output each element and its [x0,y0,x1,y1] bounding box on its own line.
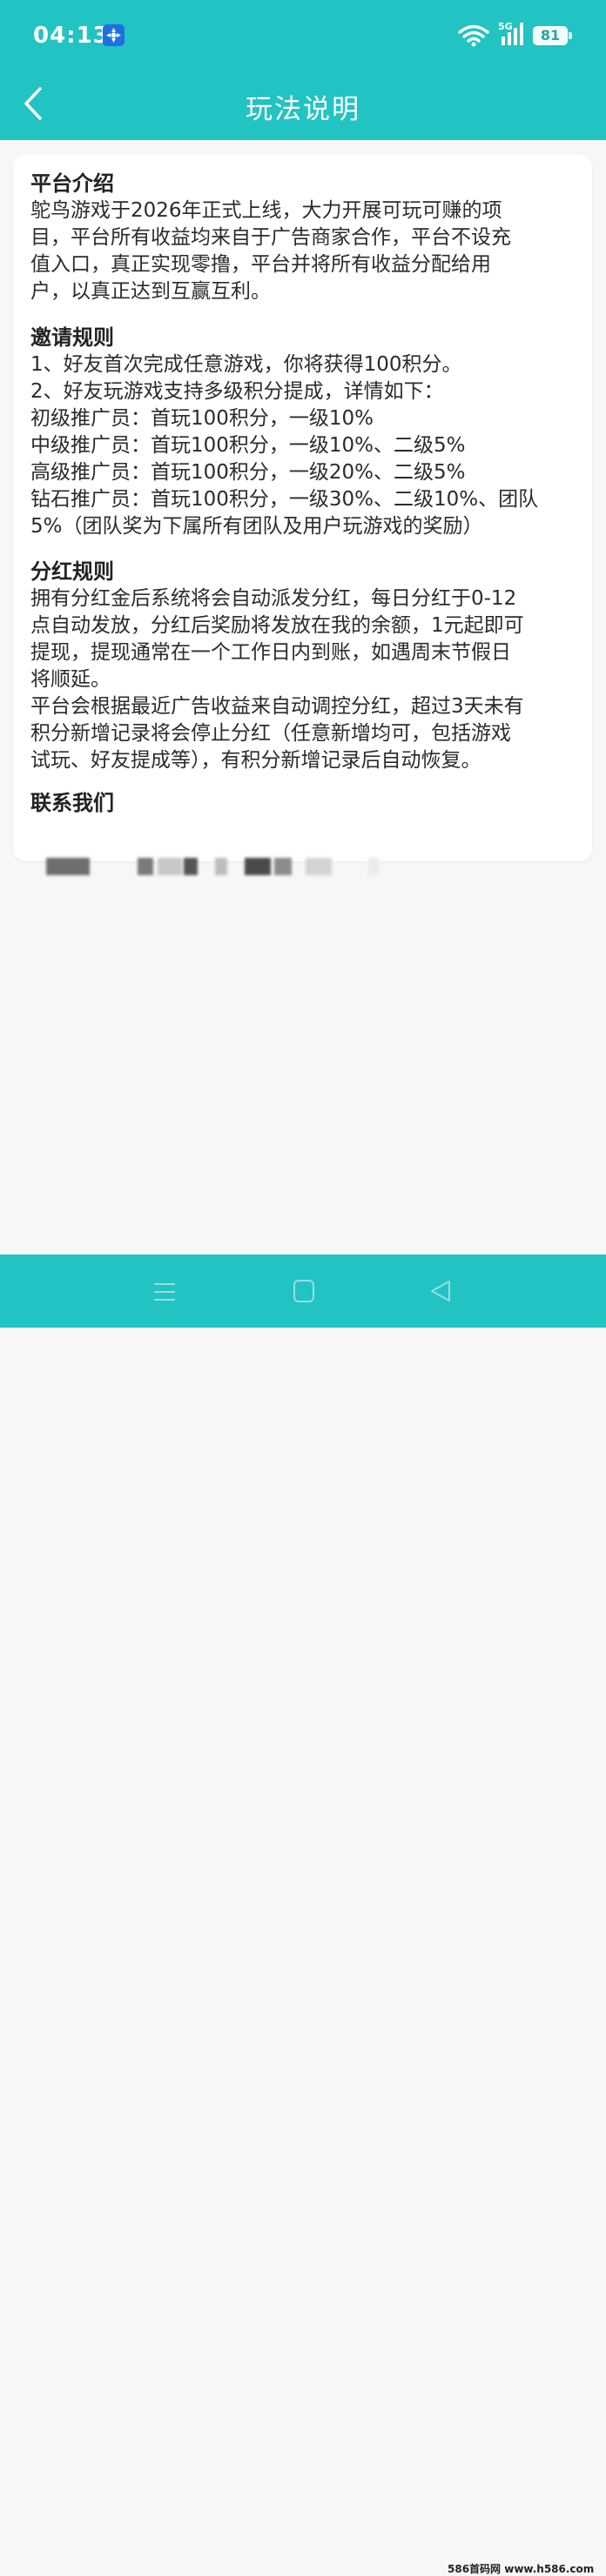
paragraph-line: 户，以真正达到互赢互利。 [30,280,271,303]
paragraph-line: 将顺延。 [30,668,111,691]
status-bar: 04:13 5G 81 [0,0,606,70]
section-title: 分红规则 [30,559,114,584]
rule-line: 高级推广员：首玩100积分，一级20%、二级5% [30,461,466,484]
paragraph-line: 值入口，真正实现零撸，平台并将所有收益分配给用 [30,253,491,276]
paragraph-line: 目，平台所有收益均来自于广告商家合作，平台不设充 [30,226,511,249]
app-notification-icon [103,24,125,46]
rule-line: 5%（团队奖为下属所有团队及用户玩游戏的奖励） [30,515,483,538]
paragraph-line: 试玩、好友提成等），有积分新增记录后自动恢复。 [30,749,481,772]
battery-icon: 81 [533,26,568,45]
signal-icon [496,21,526,50]
paragraph-line: 拥有分红金后系统将会自动派发分红，每日分红于0-12 [30,587,517,610]
rule-line: 中级推广员：首玩100积分，一级10%、二级5% [30,434,466,457]
header: 04:13 5G 81 玩法说明 [0,0,606,140]
paragraph-line: 平台会根据最近广告收益来自动调控分红，超过3天未有 [30,695,524,718]
blur-block [306,858,332,875]
watermark: 586首码网 www.h586.com [448,2563,595,2575]
paragraph-line: 鸵鸟游戏于2026年正式上线，大力开展可玩可赚的项 [30,199,502,222]
section-intro: 平台介绍 鸵鸟游戏于2026年正式上线，大力开展可玩可赚的项 目，平台所有收益均… [30,171,579,305]
system-navigation-bar: 586首码网 www.h586.com [0,1255,606,2575]
menu-icon[interactable] [152,1281,177,1303]
paragraph-line: 积分新增记录将会停止分红（任意新增均可，包括游戏 [30,722,511,745]
back-triangle-icon[interactable] [428,1279,453,1303]
blurred-contact-info [46,858,394,877]
section-title: 联系我们 [30,791,114,815]
paragraph-line: 点自动发放，分红后奖励将发放在我的余额，1元起即可 [30,614,524,637]
blur-block [158,858,182,875]
paragraph-line: 提现，提现通常在一个工作日内到账，如遇周末节假日 [30,641,511,664]
content-card: 平台介绍 鸵鸟游戏于2026年正式上线，大力开展可玩可赚的项 目，平台所有收益均… [13,155,592,875]
battery-tip [569,32,572,39]
blur-block [46,858,90,875]
section-dividend: 分红规则 拥有分红金后系统将会自动派发分红，每日分红于0-12 点自动发放，分红… [30,559,579,774]
rule-line: 1、好友首次完成任意游戏，你将获得100积分。 [30,353,462,376]
rule-line: 钻石推广员：首玩100积分，一级30%、二级10%、团队 [30,488,539,511]
rule-line: 初级推广员：首玩100积分，一级10% [30,407,374,430]
section-title: 邀请规则 [30,325,114,350]
blur-block [274,858,292,875]
blur-block [245,858,271,875]
blur-block [215,858,227,875]
status-time: 04:13 [33,23,110,49]
section-contact: 联系我们 [30,790,579,875]
blur-block [184,858,198,875]
home-icon[interactable] [293,1279,315,1303]
nav-bar: 玩法说明 [0,70,606,140]
section-title: 平台介绍 [30,171,114,196]
blur-block [138,858,153,875]
blur-block [368,858,379,875]
section-invite: 邀请规则 1、好友首次完成任意游戏，你将获得100积分。 2、好友玩游戏支持多级… [30,325,579,540]
rule-line: 2、好友玩游戏支持多级积分提成，详情如下： [30,380,444,403]
page-title: 玩法说明 [246,94,360,125]
wifi-icon [458,24,489,50]
